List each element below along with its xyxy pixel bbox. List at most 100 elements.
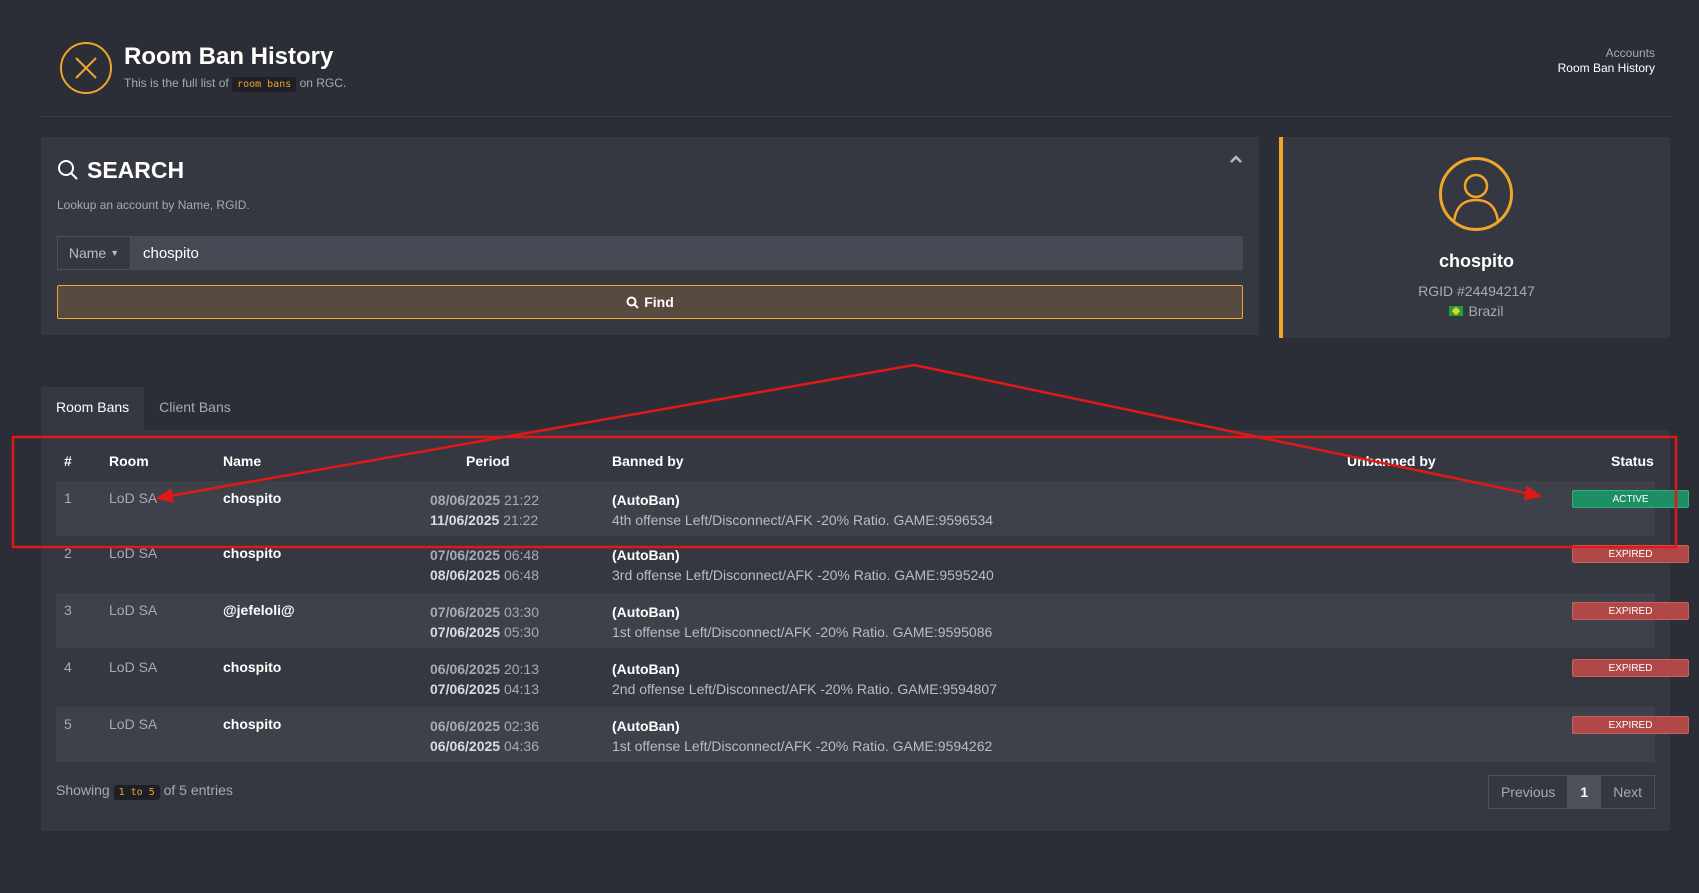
row-room: LoD SA xyxy=(109,716,158,732)
row-period: 06/06/2025 02:36 06/06/2025 04:36 xyxy=(430,716,539,756)
period-end-date: 11/06/2025 xyxy=(430,512,500,528)
showing-text: Showing xyxy=(56,782,110,798)
status-badge: ACTIVE xyxy=(1572,490,1689,508)
row-room: LoD SA xyxy=(109,490,158,506)
row-banned-by: (AutoBan) 4th offense Left/Disconnect/AF… xyxy=(612,490,993,530)
search-title: SEARCH xyxy=(87,157,185,183)
subtitle-code: room bans xyxy=(232,77,297,92)
row-name[interactable]: chospito xyxy=(223,716,281,732)
tab-bar: Room Bans Client Bans xyxy=(41,387,246,430)
period-start-time: 02:36 xyxy=(503,718,540,734)
find-label: Find xyxy=(644,294,674,310)
chevron-up-icon[interactable] xyxy=(1229,151,1243,167)
ban-reason: 3rd offense Left/Disconnect/AFK -20% Rat… xyxy=(612,567,994,583)
period-end-date: 06/06/2025 xyxy=(430,738,501,754)
close-circle-icon xyxy=(60,42,112,94)
country-label: Brazil xyxy=(1468,303,1504,319)
banned-by-name: (AutoBan) xyxy=(612,547,680,563)
row-name[interactable]: chospito xyxy=(223,659,281,675)
row-banned-by: (AutoBan) 1st offense Left/Disconnect/AF… xyxy=(612,716,992,756)
row-banned-by: (AutoBan) 2nd offense Left/Disconnect/AF… xyxy=(612,659,997,699)
tab-client-bans[interactable]: Client Bans xyxy=(144,387,246,430)
search-icon xyxy=(626,296,639,309)
period-end-time: 04:36 xyxy=(503,738,540,754)
pagination-page-1[interactable]: 1 xyxy=(1568,776,1602,808)
period-end-time: 21:22 xyxy=(503,512,539,528)
period-end-date: 08/06/2025 xyxy=(430,567,501,583)
row-number: 2 xyxy=(64,545,72,561)
page-subtitle: This is the full list of room bans on RG… xyxy=(124,76,347,92)
page-title: Room Ban History xyxy=(124,43,334,70)
brazil-flag-icon xyxy=(1449,306,1464,316)
ban-reason: 4th offense Left/Disconnect/AFK -20% Rat… xyxy=(612,512,994,528)
ban-reason: 2nd offense Left/Disconnect/AFK -20% Rat… xyxy=(612,681,997,697)
row-name[interactable]: chospito xyxy=(223,545,281,561)
banned-by-name: (AutoBan) xyxy=(612,718,680,734)
period-end-time: 05:30 xyxy=(503,624,540,640)
ban-table: # Room Name Period Banned by Unbanned by… xyxy=(41,430,1689,831)
row-period: 07/06/2025 06:48 08/06/2025 06:48 xyxy=(430,545,539,585)
subtitle-text: This is the full list of xyxy=(124,76,229,90)
banned-by-name: (AutoBan) xyxy=(612,661,680,677)
col-unbanned-by: Unbanned by xyxy=(1347,453,1436,469)
breadcrumb-accounts[interactable]: Accounts xyxy=(1558,46,1655,61)
breadcrumb-current: Room Ban History xyxy=(1557,61,1655,75)
ban-reason: 1st offense Left/Disconnect/AFK -20% Rat… xyxy=(612,738,993,754)
period-end-date: 07/06/2025 xyxy=(430,681,501,697)
col-number: # xyxy=(64,453,72,469)
search-input[interactable] xyxy=(131,236,1243,270)
period-end-date: 07/06/2025 xyxy=(430,624,501,640)
status-badge: EXPIRED xyxy=(1572,659,1689,677)
period-start-time: 21:22 xyxy=(503,492,540,508)
user-avatar-icon xyxy=(1439,157,1513,231)
pagination: Previous 1 Next xyxy=(1487,775,1655,809)
col-banned-by: Banned by xyxy=(612,453,684,469)
row-number: 4 xyxy=(64,659,72,675)
period-start-time: 03:30 xyxy=(503,604,540,620)
row-period: 08/06/2025 21:22 11/06/2025 21:22 xyxy=(430,490,539,530)
caret-down-icon: ▼ xyxy=(110,248,120,258)
row-banned-by: (AutoBan) 3rd offense Left/Disconnect/AF… xyxy=(612,545,994,585)
tab-room-bans[interactable]: Room Bans xyxy=(41,387,145,430)
page-header: Room Ban History This is the full list o… xyxy=(41,28,1670,117)
period-end-time: 04:13 xyxy=(503,681,540,697)
table-header: # Room Name Period Banned by Unbanned by… xyxy=(56,453,1655,477)
subtitle-text-end: on RGC. xyxy=(299,76,347,90)
table-row: 4 LoD SA chospito 06/06/2025 20:13 07/06… xyxy=(56,650,1689,705)
status-badge: EXPIRED xyxy=(1572,545,1689,563)
status-badge: EXPIRED xyxy=(1572,716,1689,734)
col-name: Name xyxy=(223,453,262,469)
period-start-date: 07/06/2025 xyxy=(430,604,501,620)
row-name[interactable]: @jefeloli@ xyxy=(223,602,295,618)
period-end-time: 06:48 xyxy=(503,567,540,583)
showing-range: 1 to 5 xyxy=(113,785,160,800)
row-banned-by: (AutoBan) 1st offense Left/Disconnect/AF… xyxy=(612,602,992,642)
period-start-date: 06/06/2025 xyxy=(430,661,501,677)
breadcrumb: Accounts Room Ban History xyxy=(1558,46,1655,76)
row-number: 5 xyxy=(64,716,72,732)
find-button[interactable]: Find xyxy=(57,285,1243,319)
row-name[interactable]: chospito xyxy=(223,490,281,506)
period-start-time: 20:13 xyxy=(503,661,540,677)
pagination-next[interactable]: Next xyxy=(1601,776,1654,808)
period-start-date: 08/06/2025 xyxy=(430,492,501,508)
ban-reason: 1st offense Left/Disconnect/AFK -20% Rat… xyxy=(612,624,993,640)
table-row: 5 LoD SA chospito 06/06/2025 02:36 06/06… xyxy=(56,707,1689,762)
table-row: 1 LoD SA chospito 08/06/2025 21:22 11/06… xyxy=(56,481,1689,536)
pagination-previous[interactable]: Previous xyxy=(1489,776,1569,808)
showing-entries: Showing 1 to 5 of 5 entries xyxy=(56,782,233,800)
period-start-time: 06:48 xyxy=(503,547,540,563)
row-room: LoD SA xyxy=(109,659,158,675)
row-number: 1 xyxy=(64,490,72,506)
search-icon xyxy=(57,159,79,186)
table-row: 2 LoD SA chospito 07/06/2025 06:48 08/06… xyxy=(56,536,1689,591)
row-number: 3 xyxy=(64,602,72,618)
banned-by-name: (AutoBan) xyxy=(612,492,680,508)
profile-country: Brazil xyxy=(1283,303,1670,319)
row-period: 07/06/2025 03:30 07/06/2025 05:30 xyxy=(430,602,539,642)
search-panel: SEARCH Lookup an account by Name, RGID. … xyxy=(41,137,1259,335)
col-status: Status xyxy=(1611,453,1654,469)
row-period: 06/06/2025 20:13 07/06/2025 04:13 xyxy=(430,659,539,699)
search-row: Name ▼ xyxy=(57,236,1243,270)
search-type-dropdown[interactable]: Name ▼ xyxy=(57,236,131,270)
